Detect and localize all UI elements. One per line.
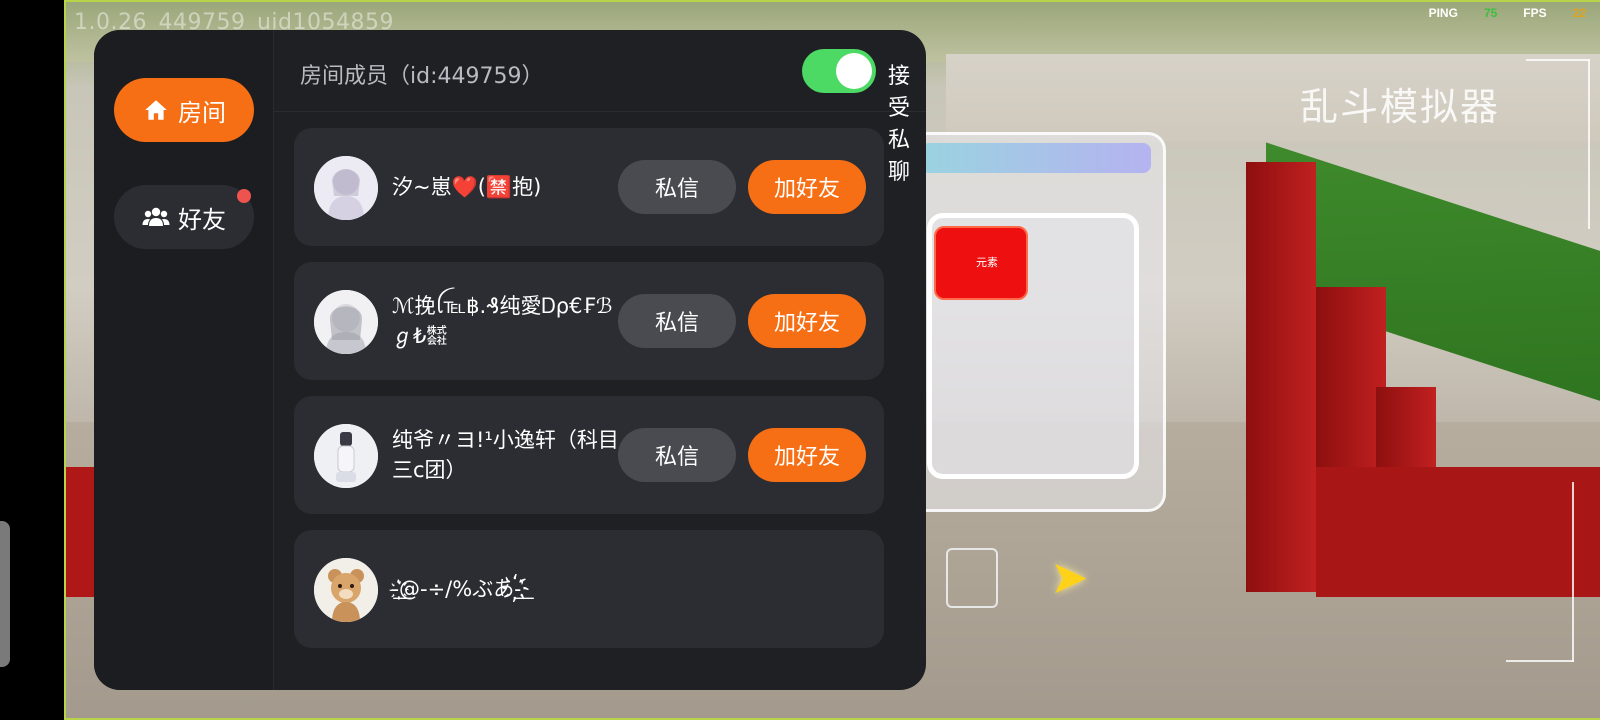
frame-corner-line xyxy=(1588,59,1590,229)
friends-notification-badge xyxy=(237,189,251,203)
game-title: 乱斗模拟器 xyxy=(1299,85,1500,129)
frame-corner-line xyxy=(1506,660,1574,662)
dialog-header: 房间成员（id:449759） 接受私聊 xyxy=(274,30,926,185)
frame-corner-line xyxy=(1526,59,1590,61)
scene-red-tag: 元素 xyxy=(934,226,1028,300)
member-card: -͛͟҉@-÷/%ぶあ-͛͟҉ xyxy=(294,530,884,648)
member-name: 汐~崽❤️(🈲抱) xyxy=(392,174,542,199)
fps-value: 22 xyxy=(1572,6,1586,20)
avatar[interactable] xyxy=(314,558,378,622)
dialog-sidebar: 房间 好友 xyxy=(94,30,274,690)
scene-tag-text: 元素 xyxy=(976,256,998,269)
private-message-button[interactable]: 私信 xyxy=(618,160,736,214)
add-friend-button[interactable]: 加好友 xyxy=(748,294,866,348)
home-icon xyxy=(142,96,170,124)
edge-swipe-handle[interactable] xyxy=(0,521,10,667)
member-card: 汐~崽❤️(🈲抱) 私信 加好友 xyxy=(294,128,884,246)
ping-value: 75 xyxy=(1483,6,1498,20)
private-chat-toggle[interactable] xyxy=(802,49,876,93)
private-chat-label: 接受私聊 xyxy=(888,64,911,185)
add-friend-button[interactable]: 加好友 xyxy=(748,428,866,482)
tab-friends[interactable]: 好友 xyxy=(114,185,254,249)
avatar[interactable] xyxy=(314,424,378,488)
member-card: ℳ挽ꪶ℡฿.₰纯愛Ꭰρ€₣ℬℊ₺㍿ 私信 加好友 xyxy=(294,262,884,380)
add-friend-button[interactable]: 加好友 xyxy=(748,160,866,214)
toggle-knob xyxy=(836,53,872,89)
tab-room[interactable]: 房间 xyxy=(114,78,254,142)
fps-label: FPS xyxy=(1523,6,1547,20)
scene-red-stair xyxy=(1246,162,1316,592)
avatar[interactable] xyxy=(314,290,378,354)
member-card: 纯爷〃ヨ!¹小逸轩（科目三c团） 私信 加好友 xyxy=(294,396,884,514)
private-message-button[interactable]: 私信 xyxy=(618,428,736,482)
member-name: 纯爷〃ヨ!¹小逸轩（科目三c团） xyxy=(392,427,619,482)
scene-billboard xyxy=(906,132,1166,512)
private-message-button[interactable]: 私信 xyxy=(618,294,736,348)
people-icon xyxy=(142,203,170,231)
perf-stats: PING 75 FPS 22 xyxy=(1429,6,1586,20)
tab-room-label: 房间 xyxy=(178,98,226,127)
member-name: ℳ挽ꪶ℡฿.₰纯愛Ꭰρ€₣ℬℊ₺㍿ xyxy=(392,293,613,348)
member-name: -͛͟҉@-÷/%ぶあ-͛͟҉ xyxy=(392,576,530,601)
arrow-right-icon: ➤ xyxy=(1050,550,1089,604)
scene-wall xyxy=(946,54,1600,142)
scene-red-block xyxy=(1316,467,1600,597)
frame-corner-line xyxy=(1572,482,1574,662)
ping-label: PING xyxy=(1428,6,1458,20)
scene-outline-box xyxy=(946,548,998,608)
avatar[interactable] xyxy=(314,156,378,220)
room-members-title: 房间成员（id:449759） xyxy=(300,64,544,89)
tab-friends-label: 好友 xyxy=(178,205,226,234)
game-viewport: 元素 ➤ 1.0.26_449759_uid1054859 PING 75 FP… xyxy=(0,0,1600,720)
scene-red-stair xyxy=(1376,387,1436,467)
scene-billboard-header xyxy=(921,143,1151,173)
